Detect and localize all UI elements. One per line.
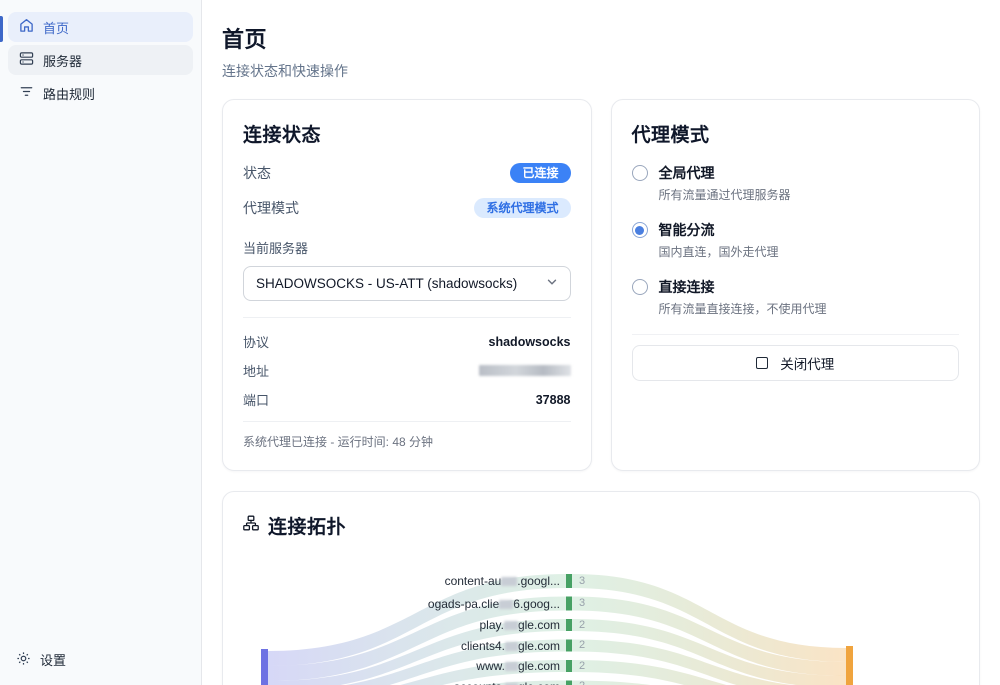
- server-select-value: SHADOWSOCKS - US-ATT (shadowsocks): [256, 276, 517, 291]
- system-proxy-mode-badge: 系统代理模式: [474, 198, 570, 218]
- sankey-node-label: play.gle.com: [223, 619, 560, 631]
- connection-status-title: 连接状态: [243, 120, 571, 147]
- divider: [632, 334, 960, 335]
- protocol-label: 协议: [243, 332, 269, 351]
- sidebar-item-servers[interactable]: 服务器: [8, 45, 193, 75]
- radio-icon: [632, 165, 648, 181]
- proxy-mode-label: 代理模式: [243, 198, 299, 218]
- stop-proxy-label: 关闭代理: [780, 353, 834, 373]
- address-value-redacted: [479, 365, 571, 376]
- redacted-text: [504, 621, 518, 630]
- uptime-status-text: 系统代理已连接 - 运行时间: 48 分钟: [243, 421, 571, 450]
- option-label: 全局代理: [659, 163, 791, 183]
- option-desc: 所有流量直接连接，不使用代理: [659, 300, 827, 317]
- sankey-node-value: 2: [579, 640, 585, 651]
- radio-option-smart-split[interactable]: 智能分流 国内直连，国外走代理: [632, 220, 960, 260]
- sankey-node-value: 3: [579, 598, 585, 609]
- stop-proxy-button[interactable]: 关闭代理: [632, 345, 960, 381]
- active-item-indicator: [0, 16, 3, 42]
- page-title: 首页: [222, 22, 980, 54]
- proxy-mode-card: 代理模式 全局代理 所有流量通过代理服务器 智能分流 国内直连，国外走代理 直接: [611, 99, 981, 471]
- sankey-node-value: 3: [579, 576, 585, 587]
- sidebar-item-home[interactable]: 首页: [8, 12, 193, 42]
- option-label: 智能分流: [659, 220, 779, 240]
- stop-square-icon: [756, 357, 768, 369]
- radio-option-global-proxy[interactable]: 全局代理 所有流量通过代理服务器: [632, 163, 960, 203]
- status-label: 状态: [243, 163, 271, 183]
- main-content: 首页 连接状态和快速操作 连接状态 状态 已连接 代理模式 系统代理模式 当前服…: [202, 0, 1000, 685]
- option-label: 直接连接: [659, 277, 827, 297]
- address-label: 地址: [243, 361, 269, 380]
- option-desc: 所有流量通过代理服务器: [659, 186, 791, 203]
- home-icon: [19, 18, 34, 36]
- port-value: 37888: [536, 393, 571, 407]
- sankey-node-label: ogads-pa.clie6.goog...: [223, 598, 560, 610]
- sankey-diagram: content-au.googl... 3 ogads-pa.clie6.goog.…: [223, 549, 979, 685]
- radio-icon: [632, 279, 648, 295]
- sankey-node-value: 2: [579, 620, 585, 631]
- sankey-node-value: 2: [579, 661, 585, 672]
- sankey-node-value: 2: [579, 681, 585, 685]
- proxy-mode-title: 代理模式: [632, 120, 960, 147]
- option-desc: 国内直连，国外走代理: [659, 243, 779, 260]
- current-server-label: 当前服务器: [243, 238, 571, 257]
- page-subtitle: 连接状态和快速操作: [222, 61, 980, 81]
- topology-title: 连接拓扑: [268, 512, 346, 539]
- sidebar-item-label: 路由规则: [43, 84, 95, 103]
- server-select[interactable]: SHADOWSOCKS - US-ATT (shadowsocks): [243, 266, 571, 301]
- connection-status-card: 连接状态 状态 已连接 代理模式 系统代理模式 当前服务器 SHADOWSOCK…: [222, 99, 592, 471]
- redacted-text: [505, 662, 518, 671]
- redacted-text: [501, 577, 517, 586]
- radio-option-direct-connect[interactable]: 直接连接 所有流量直接连接，不使用代理: [632, 277, 960, 317]
- settings-label: 设置: [40, 650, 66, 669]
- sidebar-item-routing-rules[interactable]: 路由规则: [8, 78, 193, 108]
- sidebar-item-label: 首页: [43, 18, 69, 37]
- server-icon: [19, 51, 34, 69]
- sankey-node-label: clients4.gle.com: [223, 640, 560, 652]
- sankey-node-label: accounts.gle.com: [223, 681, 560, 685]
- chevron-down-icon: [546, 276, 558, 291]
- protocol-value: shadowsocks: [489, 335, 571, 349]
- connected-badge: 已连接: [510, 163, 570, 183]
- sankey-node-label: content-au.googl...: [223, 575, 560, 587]
- redacted-text: [499, 600, 513, 609]
- sidebar-item-label: 服务器: [43, 51, 82, 70]
- radio-icon: [632, 222, 648, 238]
- port-label: 端口: [243, 390, 269, 409]
- redacted-text: [505, 642, 518, 651]
- gear-icon: [16, 651, 31, 669]
- connection-topology-card: 连接拓扑 content-au.googl... 3 ogads-pa.clie6.…: [222, 491, 980, 685]
- topology-icon: [243, 515, 259, 537]
- sidebar-item-settings[interactable]: 设置: [16, 650, 66, 669]
- sankey-node-label: www.gle.com: [223, 660, 560, 672]
- sidebar: 首页 服务器 路由规则 设置: [0, 0, 202, 685]
- filter-icon: [19, 84, 34, 102]
